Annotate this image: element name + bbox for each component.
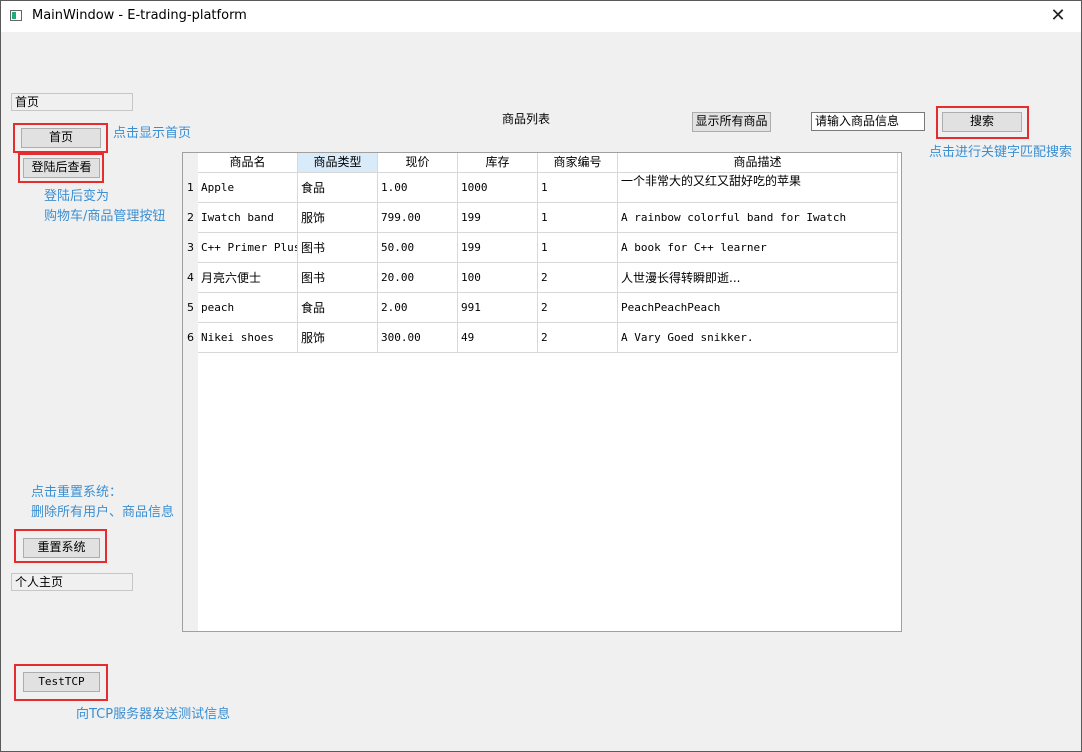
table-cell-seller-id[interactable]: 1 [538,173,618,203]
reset-hint-line1: 点击重置系统： [31,485,123,500]
column-header-type[interactable]: 商品类型 [298,153,378,173]
table-cell-price[interactable]: 799.00 [378,203,458,233]
app-window-icon [10,10,22,21]
table-cell-seller-id[interactable]: 1 [538,233,618,263]
close-icon[interactable]: ✕ [1035,1,1081,32]
table-cell-description[interactable]: 人世漫长得转瞬即逝... [618,263,898,293]
table-cell-seller-id[interactable]: 2 [538,293,618,323]
table-cell-description[interactable]: A rainbow colorful band for Iwatch [618,203,898,233]
table-cell-stock[interactable]: 199 [458,233,538,263]
column-header-seller-id[interactable]: 商家编号 [538,153,618,173]
table-cell-price[interactable]: 20.00 [378,263,458,293]
table-cell-stock[interactable]: 100 [458,263,538,293]
table-cell-price[interactable]: 300.00 [378,323,458,353]
table-cell-stock[interactable]: 199 [458,203,538,233]
column-header-description[interactable]: 商品描述 [618,153,898,173]
product-list-title: 商品列表 [502,112,551,126]
column-header-stock[interactable]: 库存 [458,153,538,173]
show-all-products-button[interactable]: 显示所有商品 [692,112,771,132]
home-hint: 点击显示首页 [113,126,192,141]
table-cell-description[interactable]: PeachPeachPeach [618,293,898,323]
login-hint-line1: 登陆后变为 [44,189,110,204]
reset-system-button[interactable]: 重置系统 [23,538,100,558]
table-cell-name[interactable]: 月亮六便士 [198,263,298,293]
row-number: 6 [187,331,194,344]
row-number: 2 [187,211,194,224]
table-cell-type[interactable]: 食品 [298,173,378,203]
row-number: 4 [187,271,194,284]
table-cell-seller-id[interactable]: 1 [538,203,618,233]
home-group-label: 首页 [11,93,133,111]
table-cell-name[interactable]: Iwatch band [198,203,298,233]
row-number: 1 [187,181,194,194]
table-cell-seller-id[interactable]: 2 [538,263,618,293]
table-cell-name[interactable]: peach [198,293,298,323]
table-cell-price[interactable]: 2.00 [378,293,458,323]
search-input[interactable]: 请输入商品信息 [811,112,925,131]
table-cell-stock[interactable]: 1000 [458,173,538,203]
table-cell-name[interactable]: C++ Primer Plus [198,233,298,263]
table-cell-price[interactable]: 1.00 [378,173,458,203]
profile-group-label: 个人主页 [11,573,133,591]
row-header: 1 2 3 4 5 6 [183,173,198,631]
home-button[interactable]: 首页 [21,128,101,148]
search-hint: 点击进行关键字匹配搜索 [929,145,1073,160]
test-tcp-button[interactable]: TestTCP [23,672,100,692]
column-header-price[interactable]: 现价 [378,153,458,173]
search-button[interactable]: 搜索 [942,112,1022,132]
table-cell-name[interactable]: Nikei shoes [198,323,298,353]
table-corner [183,153,198,173]
tcp-hint: 向TCP服务器发送测试信息 [76,707,231,722]
table-cell-type[interactable]: 图书 [298,263,378,293]
row-number: 3 [187,241,194,254]
table-cell-description[interactable]: 一个非常大的又红又甜好吃的苹果 [618,173,898,203]
table-cell-stock[interactable]: 991 [458,293,538,323]
reset-hint-line2: 删除所有用户、商品信息 [31,505,175,520]
table-cell-description[interactable]: A book for C++ learner [618,233,898,263]
login-view-button[interactable]: 登陆后查看 [23,158,100,178]
table-cell-type[interactable]: 食品 [298,293,378,323]
table-cell-type[interactable]: 图书 [298,233,378,263]
row-number: 5 [187,301,194,314]
column-header-name[interactable]: 商品名 [198,153,298,173]
window-title: MainWindow - E-trading-platform [32,8,247,23]
login-hint-line2: 购物车/商品管理按钮 [44,209,166,224]
table-cell-seller-id[interactable]: 2 [538,323,618,353]
product-table: 1 2 3 4 5 6 商品名 商品类型 现价 库存 商家编号 商品描述 App… [182,152,902,632]
table-cell-name[interactable]: Apple [198,173,298,203]
table-cell-stock[interactable]: 49 [458,323,538,353]
table-cell-description[interactable]: A Vary Goed snikker. [618,323,898,353]
table-cell-type[interactable]: 服饰 [298,203,378,233]
main-window: MainWindow - E-trading-platform ✕ 首页 首页 … [0,0,1082,752]
table-cell-type[interactable]: 服饰 [298,323,378,353]
title-bar: MainWindow - E-trading-platform ✕ [1,1,1081,32]
table-cell-price[interactable]: 50.00 [378,233,458,263]
